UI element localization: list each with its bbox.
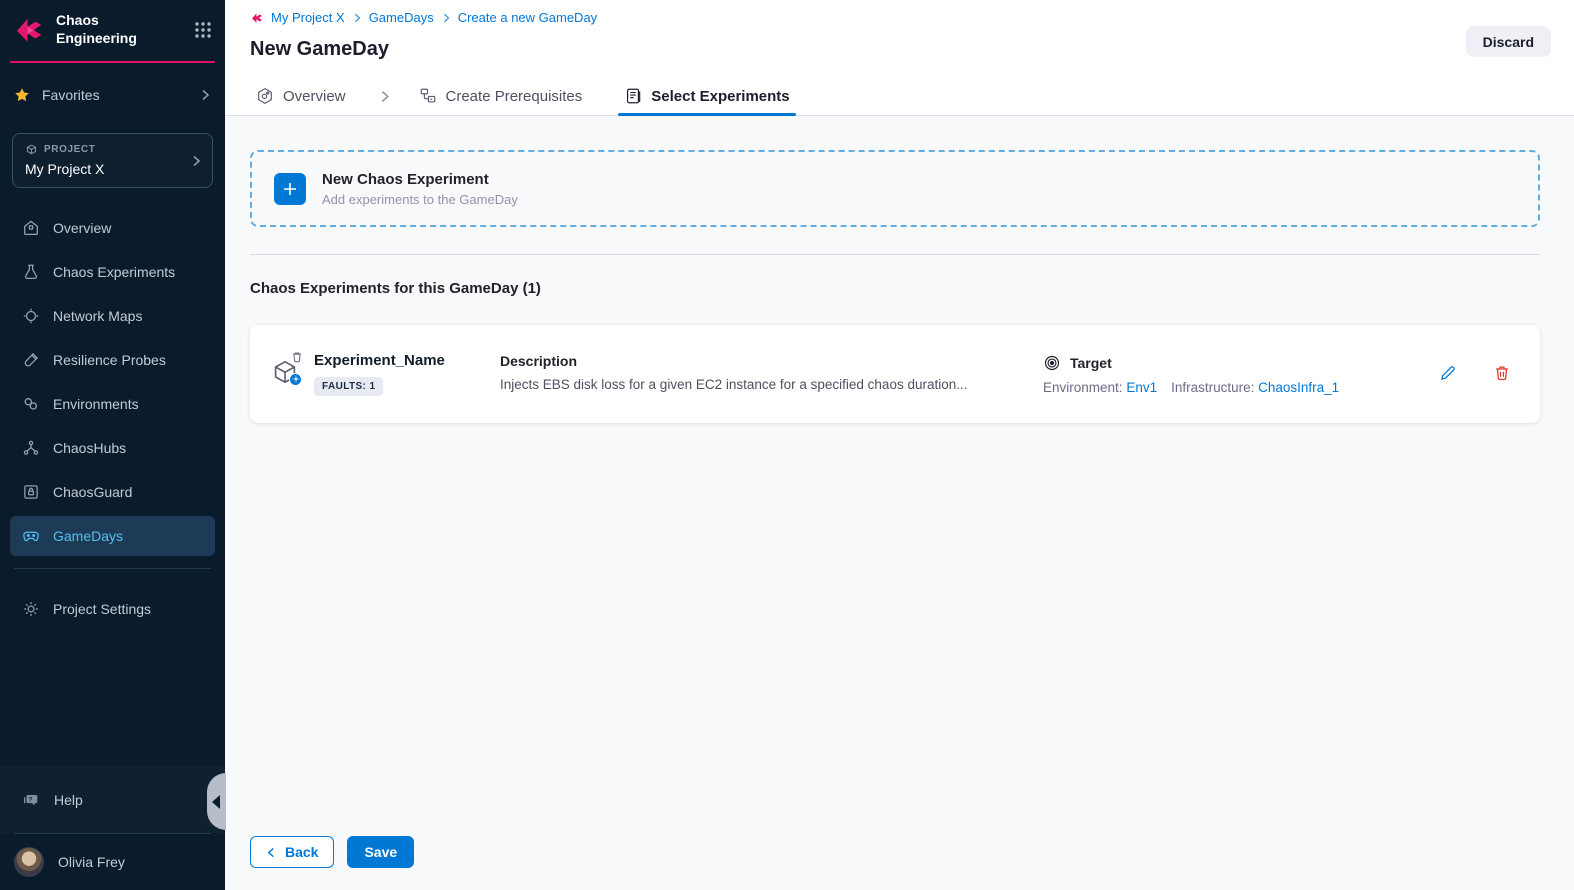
page-title: New GameDay	[250, 38, 1550, 77]
content-area: New Chaos Experiment Add experiments to …	[225, 116, 1574, 890]
project-selector[interactable]: PROJECT My Project X	[12, 133, 213, 188]
favorites-row[interactable]: Favorites	[0, 75, 225, 115]
tab-create-prerequisites[interactable]: Create Prerequisites	[413, 77, 589, 115]
breadcrumb-link-gamedays[interactable]: GameDays	[369, 10, 434, 25]
project-name: My Project X	[25, 161, 200, 177]
sidebar-collapse-handle[interactable]	[207, 773, 226, 830]
tab-select-experiments[interactable]: Select Experiments	[618, 77, 795, 115]
sidebar-item-chaos-experiments[interactable]: Chaos Experiments	[10, 250, 215, 294]
mini-trash-icon	[291, 351, 303, 363]
brand-accent-line	[10, 61, 215, 63]
prerequisites-flow-icon	[419, 87, 437, 105]
sidebar-item-chaosguard[interactable]: ChaosGuard	[10, 470, 215, 514]
discard-button[interactable]: Discard	[1466, 26, 1551, 57]
star-icon	[14, 87, 30, 103]
brand-row: ChaosEngineering	[0, 0, 225, 57]
chevron-right-icon	[190, 155, 202, 167]
main-area: My Project X GameDays Create a new GameD…	[225, 0, 1574, 890]
chevron-left-icon	[266, 847, 277, 858]
sidebar-item-project-settings[interactable]: Project Settings	[10, 587, 215, 631]
sidebar-item-environments[interactable]: Environments	[10, 382, 215, 426]
chevron-right-icon	[199, 89, 211, 101]
save-button[interactable]: Save	[347, 836, 414, 868]
page-header: My Project X GameDays Create a new GameD…	[225, 0, 1574, 77]
add-experiment-button[interactable]	[274, 173, 306, 205]
breadcrumb-separator-icon	[441, 13, 451, 23]
network-map-icon	[22, 307, 40, 325]
tab-overview[interactable]: Overview	[250, 77, 352, 115]
help-button[interactable]: ? Help	[0, 769, 225, 831]
gear-icon	[22, 600, 40, 618]
experiment-card: Experiment_Name FAULTS: 1 Description In…	[250, 325, 1540, 423]
section-divider	[250, 254, 1540, 255]
back-button[interactable]: Back	[250, 836, 334, 868]
chaos-module-icon	[250, 11, 264, 25]
gamepad-icon	[22, 527, 40, 545]
favorites-label: Favorites	[42, 87, 199, 103]
sidebar-nav: Overview Chaos Experiments Network Maps …	[0, 206, 225, 556]
experiment-status-badge-icon	[289, 373, 302, 386]
faults-badge: FAULTS: 1	[314, 377, 383, 396]
app-window: ChaosEngineering Favorites PROJECT My P	[0, 0, 1574, 890]
infrastructure-label: Infrastructure:	[1171, 380, 1254, 395]
experiment-name: Experiment_Name	[314, 352, 500, 369]
new-experiment-subtitle: Add experiments to the GameDay	[322, 192, 518, 207]
sidebar-item-gamedays[interactable]: GameDays	[10, 516, 215, 556]
user-name: Olivia Frey	[58, 854, 125, 870]
environments-icon	[22, 395, 40, 413]
infrastructure-link[interactable]: ChaosInfra_1	[1258, 380, 1339, 395]
description-text: Injects EBS disk loss for a given EC2 in…	[500, 376, 1013, 394]
sidebar-item-resilience-probes[interactable]: Resilience Probes	[10, 338, 215, 382]
breadcrumb-link-project[interactable]: My Project X	[271, 10, 345, 25]
module-grid-icon[interactable]	[193, 20, 213, 40]
hub-icon	[22, 439, 40, 457]
chevron-left-icon	[212, 795, 220, 809]
chevron-right-icon	[378, 90, 391, 103]
new-chaos-experiment-dropzone[interactable]: New Chaos Experiment Add experiments to …	[250, 150, 1540, 227]
sidebar-item-chaoshubs[interactable]: ChaosHubs	[10, 426, 215, 470]
svg-text:?: ?	[29, 796, 33, 803]
home-icon	[22, 219, 40, 237]
pencil-icon	[1439, 364, 1457, 382]
help-chat-icon: ?	[22, 791, 40, 809]
experiments-doc-icon	[624, 87, 642, 105]
overview-gear-hex-icon	[256, 87, 274, 105]
sidebar: ChaosEngineering Favorites PROJECT My P	[0, 0, 225, 890]
flask-icon	[22, 263, 40, 281]
description-label: Description	[500, 353, 1013, 369]
breadcrumb-separator-icon	[352, 13, 362, 23]
plus-icon	[281, 180, 299, 198]
delete-experiment-button[interactable]	[1492, 364, 1512, 384]
help-label: Help	[54, 792, 83, 808]
target-bullseye-icon	[1043, 354, 1061, 372]
probe-icon	[22, 351, 40, 369]
user-profile-row[interactable]: Olivia Frey	[0, 834, 225, 890]
experiments-list-heading: Chaos Experiments for this GameDay (1)	[250, 280, 1540, 297]
sidebar-item-network-maps[interactable]: Network Maps	[10, 294, 215, 338]
cube-icon	[25, 143, 38, 156]
target-label: Target	[1070, 355, 1112, 371]
wizard-footer: Back Save	[250, 836, 414, 868]
breadcrumb: My Project X GameDays Create a new GameD…	[250, 10, 1550, 25]
sidebar-divider	[14, 568, 211, 569]
sidebar-item-overview[interactable]: Overview	[10, 206, 215, 250]
guard-lock-icon	[22, 483, 40, 501]
trash-icon	[1493, 364, 1511, 382]
user-avatar	[14, 847, 44, 877]
breadcrumb-link-create-gameday[interactable]: Create a new GameDay	[458, 10, 597, 25]
new-experiment-title: New Chaos Experiment	[322, 171, 518, 188]
brand-title: ChaosEngineering	[56, 12, 193, 47]
harness-chaos-logo-icon	[12, 13, 46, 47]
environment-link[interactable]: Env1	[1126, 380, 1157, 395]
edit-experiment-button[interactable]	[1438, 364, 1458, 384]
project-kicker: PROJECT	[25, 143, 200, 156]
wizard-tabbar: Overview Create Prerequisites	[225, 77, 1574, 116]
environment-label: Environment:	[1043, 380, 1123, 395]
